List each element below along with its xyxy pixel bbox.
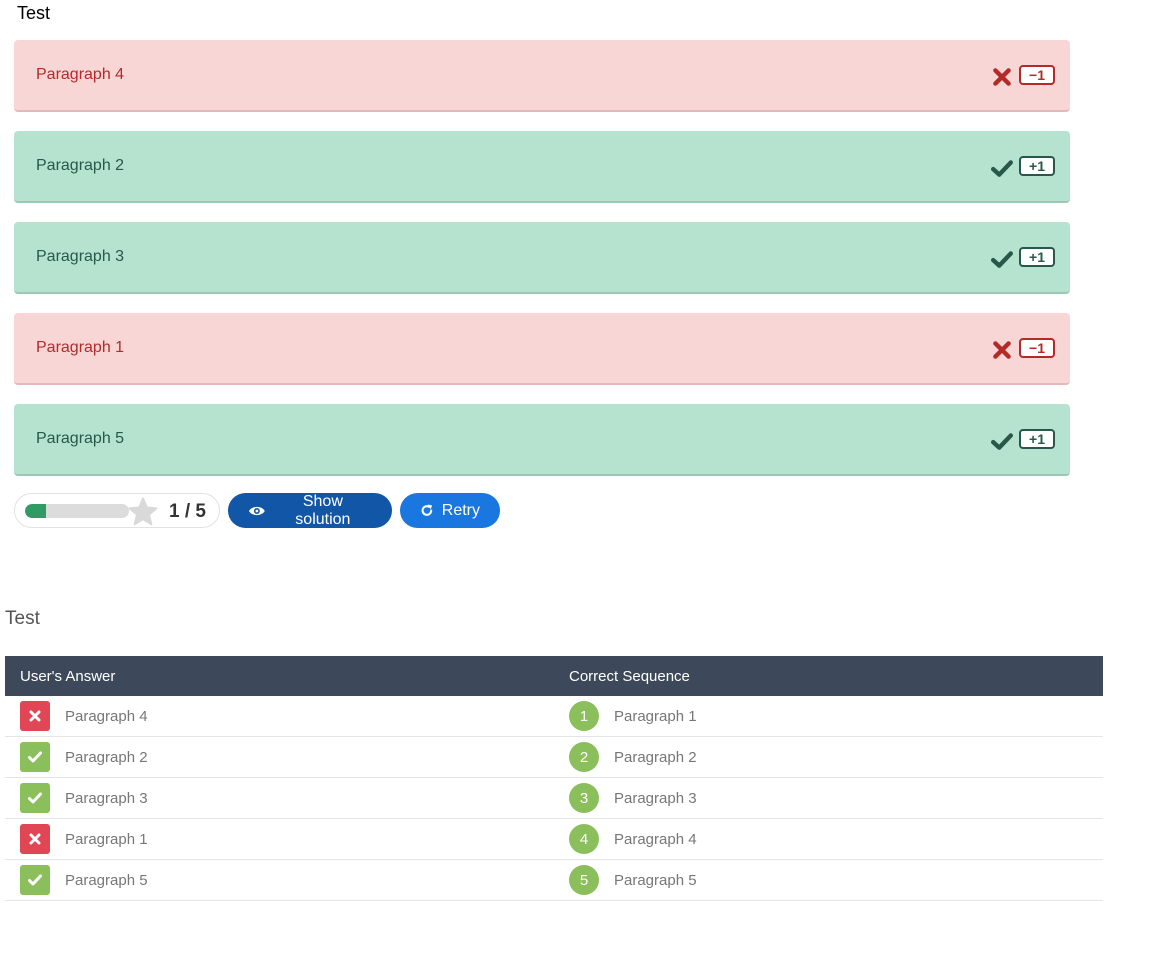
check-icon <box>28 792 42 804</box>
answer-feedback: +1 <box>991 153 1055 179</box>
user-answer-cell: Paragraph 5 <box>5 859 554 901</box>
sequence-number: 3 <box>569 783 599 813</box>
task-title: Test <box>17 3 51 23</box>
correct-answer: 3 Paragraph 3 <box>569 783 1103 813</box>
user-answer-text: Paragraph 3 <box>65 789 148 807</box>
retry-icon <box>421 504 433 516</box>
user-answer-text: Paragraph 2 <box>65 748 148 766</box>
answer-feedback: −1 <box>991 62 1055 88</box>
user-answer-text: Paragraph 1 <box>65 830 148 848</box>
sequence-number: 5 <box>569 865 599 895</box>
table-row: Paragraph 3 3 Paragraph 3 <box>5 777 1103 819</box>
correct-sequence-cell: 1 Paragraph 1 <box>554 696 1103 737</box>
answer-list: Paragraph 4 −1 Paragraph 2 +1 Paragraph … <box>14 40 1070 495</box>
correct-sequence-cell: 4 Paragraph 4 <box>554 818 1103 860</box>
summary-title: Test <box>5 608 40 629</box>
user-answer: Paragraph 4 <box>20 701 554 731</box>
cross-icon <box>993 68 1011 86</box>
score-badge: −1 <box>1019 338 1055 358</box>
show-solution-label: Show solution <box>295 492 351 528</box>
wrong-status-badge <box>20 824 50 854</box>
table-row: Paragraph 4 1 Paragraph 1 <box>5 696 1103 737</box>
show-solution-button[interactable]: Show solution <box>228 493 392 528</box>
summary-header-row: User's Answer Correct Sequence <box>5 656 1103 696</box>
table-row: Paragraph 5 5 Paragraph 5 <box>5 859 1103 901</box>
user-answer: Paragraph 1 <box>20 824 554 854</box>
cross-icon <box>29 710 41 722</box>
answer-item-label: Paragraph 2 <box>36 157 125 174</box>
score-indicator: 1 / 5 <box>14 493 220 528</box>
answer-feedback: +1 <box>991 244 1055 270</box>
check-icon <box>991 433 1013 450</box>
correct-answer-text: Paragraph 1 <box>614 707 697 725</box>
answer-feedback: −1 <box>991 335 1055 361</box>
correct-answer-text: Paragraph 4 <box>614 830 697 848</box>
answer-feedback: +1 <box>991 426 1055 452</box>
answer-item-label: Paragraph 3 <box>36 248 125 265</box>
check-icon <box>28 874 42 886</box>
answer-item-label: Paragraph 5 <box>36 430 125 447</box>
check-icon <box>991 160 1013 177</box>
user-answer-cell: Paragraph 1 <box>5 818 554 860</box>
correct-answer-text: Paragraph 2 <box>614 748 697 766</box>
cross-icon <box>993 341 1011 359</box>
user-answer-cell: Paragraph 4 <box>5 696 554 737</box>
user-answer-cell: Paragraph 3 <box>5 777 554 819</box>
correct-sequence-cell: 2 Paragraph 2 <box>554 736 1103 778</box>
correct-status-badge <box>20 783 50 813</box>
correct-answer-text: Paragraph 3 <box>614 789 697 807</box>
score-badge: +1 <box>1019 156 1055 176</box>
score-badge: +1 <box>1019 429 1055 449</box>
correct-answer-text: Paragraph 5 <box>614 871 697 889</box>
correct-answer: 1 Paragraph 1 <box>569 701 1103 731</box>
correct-sequence-header: Correct Sequence <box>554 656 1103 696</box>
score-text: 1 / 5 <box>169 501 206 522</box>
user-answer: Paragraph 2 <box>20 742 554 772</box>
wrong-status-badge <box>20 701 50 731</box>
correct-answer: 2 Paragraph 2 <box>569 742 1103 772</box>
user-answer: Paragraph 3 <box>20 783 554 813</box>
user-answer-text: Paragraph 4 <box>65 707 148 725</box>
user-answer-cell: Paragraph 2 <box>5 736 554 778</box>
correct-sequence-cell: 3 Paragraph 3 <box>554 777 1103 819</box>
check-icon <box>28 751 42 763</box>
summary-table: User's Answer Correct Sequence Paragraph… <box>5 656 1103 901</box>
result-toolbar: 1 / 5 Show solution Retry <box>14 493 500 528</box>
answer-item[interactable]: Paragraph 4 −1 <box>14 40 1070 112</box>
sequence-number: 2 <box>569 742 599 772</box>
score-progress-bar <box>25 503 129 518</box>
answer-item[interactable]: Paragraph 1 −1 <box>14 313 1070 385</box>
score-progress-fill <box>25 503 46 518</box>
check-icon <box>991 251 1013 268</box>
retry-button[interactable]: Retry <box>400 493 500 528</box>
user-answer: Paragraph 5 <box>20 865 554 895</box>
cross-icon <box>29 833 41 845</box>
table-row: Paragraph 2 2 Paragraph 2 <box>5 736 1103 778</box>
correct-answer: 5 Paragraph 5 <box>569 865 1103 895</box>
answer-item-label: Paragraph 4 <box>36 66 125 83</box>
answer-item[interactable]: Paragraph 3 +1 <box>14 222 1070 294</box>
score-badge: +1 <box>1019 247 1055 267</box>
correct-sequence-cell: 5 Paragraph 5 <box>554 859 1103 901</box>
score-badge: −1 <box>1019 65 1055 85</box>
answer-item[interactable]: Paragraph 2 +1 <box>14 131 1070 203</box>
sequence-number: 4 <box>569 824 599 854</box>
correct-status-badge <box>20 742 50 772</box>
correct-answer: 4 Paragraph 4 <box>569 824 1103 854</box>
answer-item[interactable]: Paragraph 5 +1 <box>14 404 1070 476</box>
table-row: Paragraph 1 4 Paragraph 4 <box>5 818 1103 860</box>
answer-item-label: Paragraph 1 <box>36 339 125 356</box>
sequence-number: 1 <box>569 701 599 731</box>
retry-label: Retry <box>441 501 480 519</box>
star-icon <box>128 497 158 526</box>
eye-icon <box>248 506 265 515</box>
user-answer-header: User's Answer <box>5 656 554 696</box>
correct-status-badge <box>20 865 50 895</box>
user-answer-text: Paragraph 5 <box>65 871 148 889</box>
